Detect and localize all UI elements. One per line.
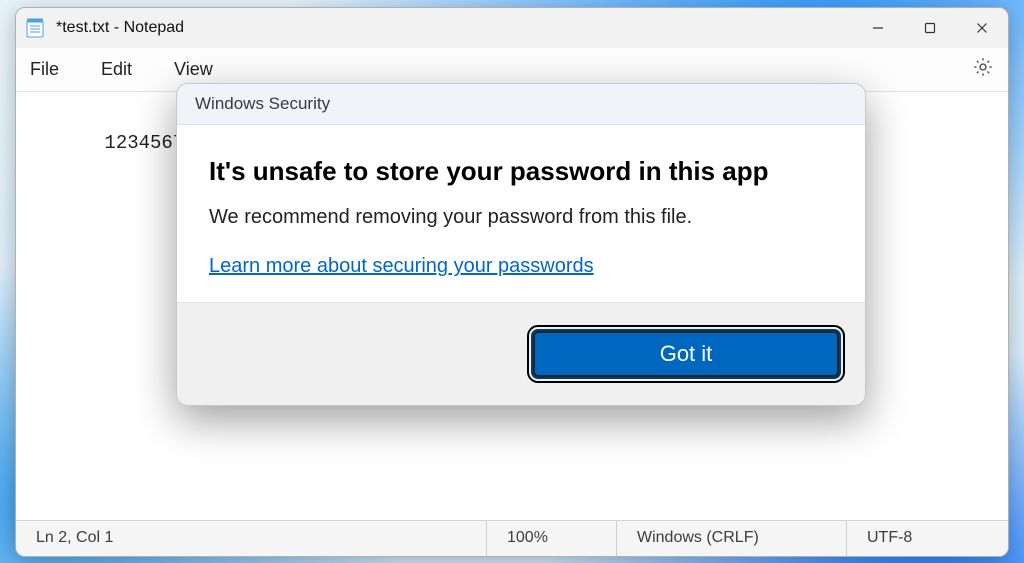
dialog-heading: It's unsafe to store your password in th…: [209, 155, 833, 189]
titlebar[interactable]: *test.txt - Notepad: [16, 8, 1008, 48]
window-controls: [852, 8, 1008, 48]
desktop-wallpaper: *test.txt - Notepad File Edit: [0, 0, 1024, 563]
menu-edit[interactable]: Edit: [101, 59, 132, 80]
window-title: *test.txt - Notepad: [56, 19, 184, 37]
status-cursor-position: Ln 2, Col 1: [16, 521, 486, 556]
settings-button[interactable]: [972, 56, 994, 83]
status-encoding: UTF-8: [846, 521, 1008, 556]
gear-icon: [972, 56, 994, 83]
menu-view[interactable]: View: [174, 59, 213, 80]
dialog-message: We recommend removing your password from…: [209, 206, 833, 229]
dialog-title: Windows Security: [177, 84, 865, 125]
notepad-window: *test.txt - Notepad File Edit: [15, 7, 1009, 557]
dialog-actions: Got it: [177, 302, 865, 405]
menu-file[interactable]: File: [30, 59, 59, 80]
close-button[interactable]: [956, 8, 1008, 48]
minimize-button[interactable]: [852, 8, 904, 48]
learn-more-link[interactable]: Learn more about securing your passwords: [209, 255, 594, 278]
notepad-app-icon: [26, 18, 44, 38]
maximize-button[interactable]: [904, 8, 956, 48]
status-line-endings: Windows (CRLF): [616, 521, 846, 556]
dialog-body: It's unsafe to store your password in th…: [177, 125, 865, 303]
statusbar: Ln 2, Col 1 100% Windows (CRLF) UTF-8: [16, 520, 1008, 556]
windows-security-dialog: Windows Security It's unsafe to store yo…: [176, 83, 866, 407]
status-zoom: 100%: [486, 521, 616, 556]
got-it-button[interactable]: Got it: [531, 329, 841, 379]
